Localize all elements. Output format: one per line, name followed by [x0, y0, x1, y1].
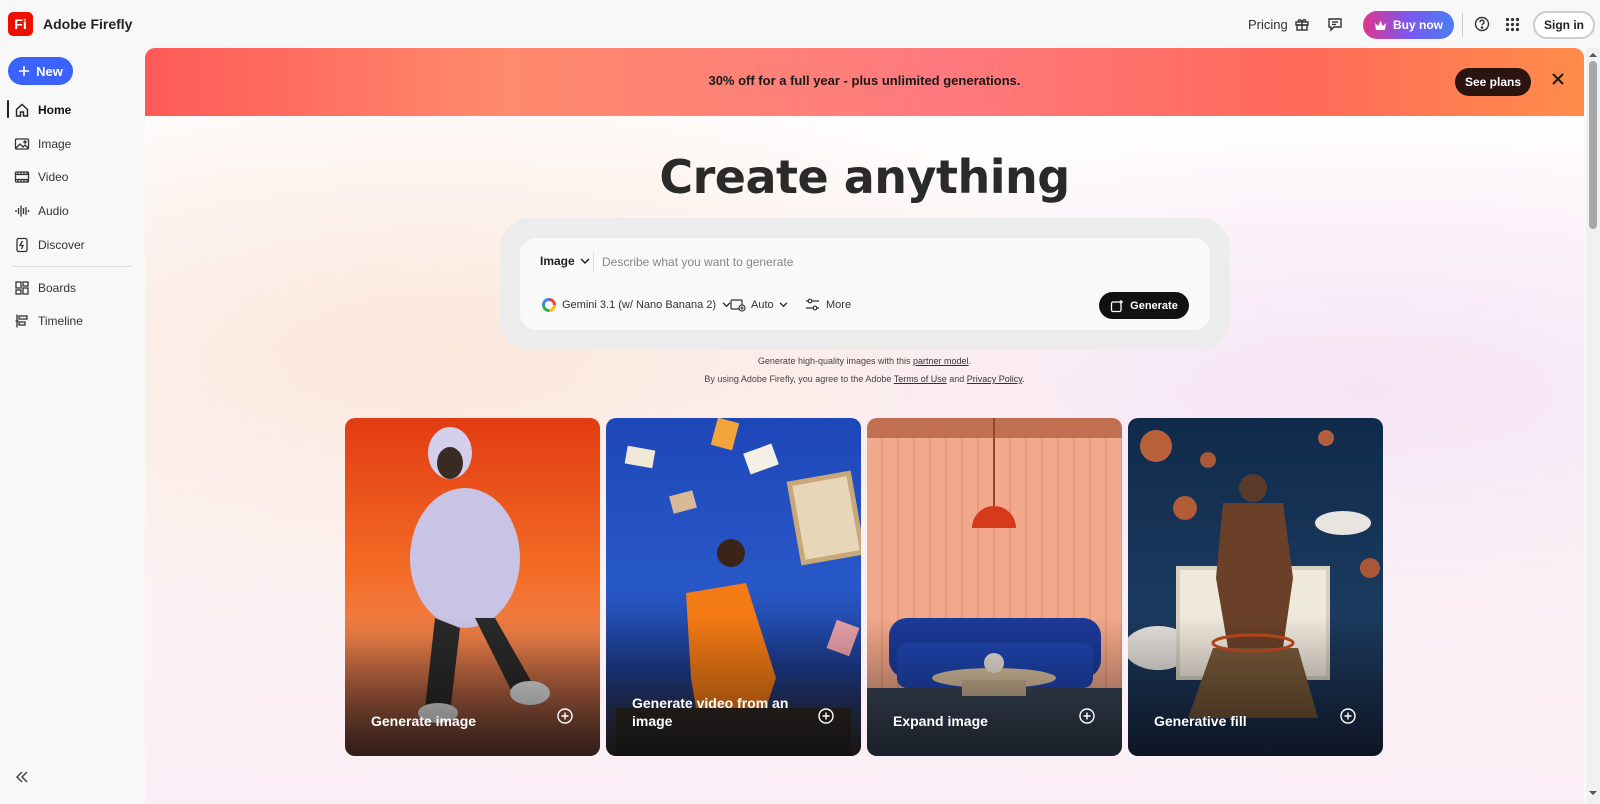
sidebar-item-timeline[interactable]: Timeline: [14, 309, 83, 333]
generation-type-select[interactable]: Image: [540, 254, 590, 268]
audio-icon: [15, 205, 30, 217]
sidebar-item-audio[interactable]: Audio: [14, 199, 69, 223]
card-expand-image[interactable]: Expand image: [867, 418, 1122, 756]
sidebar-divider: [12, 266, 132, 267]
scroll-up-icon[interactable]: [1586, 50, 1600, 60]
add-circle-icon[interactable]: [557, 708, 573, 729]
add-circle-icon[interactable]: [1340, 708, 1356, 729]
privacy-policy-link[interactable]: Privacy Policy: [967, 374, 1022, 384]
google-icon: [542, 298, 556, 312]
buy-now-button[interactable]: Buy now: [1363, 11, 1454, 39]
aspect-ratio-select[interactable]: Auto: [730, 298, 788, 312]
sliders-icon: [806, 298, 819, 311]
prompt-input[interactable]: [602, 251, 1192, 273]
gift-icon[interactable]: [1290, 12, 1314, 36]
aspect-ratio-icon: [730, 299, 746, 312]
generate-button[interactable]: Generate: [1099, 292, 1189, 319]
card-generate-image[interactable]: Generate image: [345, 418, 600, 756]
chevron-down-icon: [580, 257, 590, 264]
notice-text: and: [946, 374, 967, 384]
chat-icon[interactable]: [1323, 12, 1347, 36]
scroll-thumb[interactable]: [1589, 61, 1597, 229]
notice-text: .: [968, 356, 972, 366]
active-indicator: [7, 100, 9, 118]
chevron-down-icon: [779, 302, 788, 308]
see-plans-button[interactable]: See plans: [1455, 68, 1531, 96]
model-label: Gemini 3.1 (w/ Nano Banana 2): [562, 299, 717, 311]
image-icon: [14, 138, 30, 150]
firefly-logo[interactable]: Fi: [8, 12, 33, 36]
generate-icon: [1110, 299, 1124, 312]
collapse-sidebar-icon[interactable]: [14, 770, 30, 789]
buy-now-label: Buy now: [1393, 18, 1443, 32]
prompt-panel: Image Gemini 3.1 (w/ Nano Banana 2) Auto…: [500, 218, 1230, 350]
top-bar: Fi Adobe Firefly Pricing Buy now Sign in: [0, 0, 1600, 48]
terms-notice: By using Adobe Firefly, you agree to the…: [145, 374, 1584, 384]
add-circle-icon[interactable]: [1079, 708, 1095, 729]
home-icon: [15, 103, 29, 117]
promo-banner: 30% off for a full year - plus unlimited…: [145, 48, 1584, 116]
crown-icon: [1375, 20, 1386, 30]
terms-of-use-link[interactable]: Terms of Use: [894, 374, 947, 384]
pricing-link[interactable]: Pricing: [1248, 17, 1288, 32]
apps-grid-icon[interactable]: [1500, 12, 1524, 36]
card-generate-video[interactable]: Generate video from an image: [606, 418, 861, 756]
help-icon[interactable]: [1470, 12, 1494, 36]
header-divider: [1462, 13, 1463, 37]
sidebar-item-label: Timeline: [38, 314, 83, 328]
scroll-down-icon[interactable]: [1586, 788, 1600, 798]
sidebar-item-home[interactable]: Home: [14, 98, 71, 122]
generate-label: Generate: [1130, 299, 1178, 312]
card-label: Generate image: [371, 713, 477, 729]
sidebar-item-video[interactable]: Video: [14, 165, 68, 189]
sidebar-item-label: Image: [38, 137, 72, 151]
sidebar-item-image[interactable]: Image: [14, 132, 71, 156]
card-generative-fill[interactable]: Generative fill: [1128, 418, 1383, 756]
video-icon: [14, 171, 30, 183]
card-label: Expand image: [893, 713, 988, 729]
close-icon[interactable]: [1551, 72, 1565, 91]
sidebar-item-boards[interactable]: Boards: [14, 276, 76, 300]
sidebar-item-label: Home: [38, 103, 72, 117]
main-content: 30% off for a full year - plus unlimited…: [145, 48, 1584, 804]
generation-type-label: Image: [540, 254, 575, 268]
sign-in-button[interactable]: Sign in: [1533, 11, 1595, 39]
page-title: Create anything: [659, 150, 1070, 204]
sidebar-item-discover[interactable]: Discover: [14, 233, 85, 257]
card-label: Generate video from an image: [632, 695, 789, 729]
aspect-ratio-label: Auto: [751, 299, 774, 311]
sidebar-item-label: Audio: [38, 204, 69, 218]
card-shade: [1128, 616, 1383, 756]
partner-model-link[interactable]: partner model: [913, 356, 969, 366]
add-circle-icon[interactable]: [818, 708, 834, 729]
partner-notice: Generate high-quality images with this p…: [145, 356, 1584, 366]
card-shade: [867, 616, 1122, 756]
more-label: More: [826, 298, 852, 311]
notice-text: By using Adobe Firefly, you agree to the…: [704, 374, 894, 384]
app-title[interactable]: Adobe Firefly: [43, 16, 132, 32]
prompt-divider: [593, 252, 594, 272]
card-shade: [606, 616, 861, 756]
plus-icon: [19, 66, 30, 76]
model-select[interactable]: Gemini 3.1 (w/ Nano Banana 2): [542, 298, 731, 312]
card-shade: [345, 616, 600, 756]
prompt-box: Image Gemini 3.1 (w/ Nano Banana 2) Auto…: [520, 238, 1210, 330]
discover-icon: [16, 237, 28, 253]
sidebar-item-label: Boards: [38, 281, 77, 295]
new-label: New: [36, 63, 63, 79]
more-settings-button[interactable]: More: [805, 298, 851, 311]
timeline-icon: [15, 314, 28, 328]
sidebar-item-label: Discover: [38, 238, 85, 252]
sidebar-item-label: Video: [38, 170, 69, 184]
card-label: Generative fill: [1154, 713, 1247, 729]
boards-icon: [15, 281, 29, 295]
banner-text: 30% off for a full year - plus unlimited…: [708, 73, 1021, 88]
notice-text: Generate high-quality images with this: [757, 356, 914, 366]
new-button[interactable]: New: [8, 57, 73, 85]
notice-text: .: [1022, 374, 1025, 384]
